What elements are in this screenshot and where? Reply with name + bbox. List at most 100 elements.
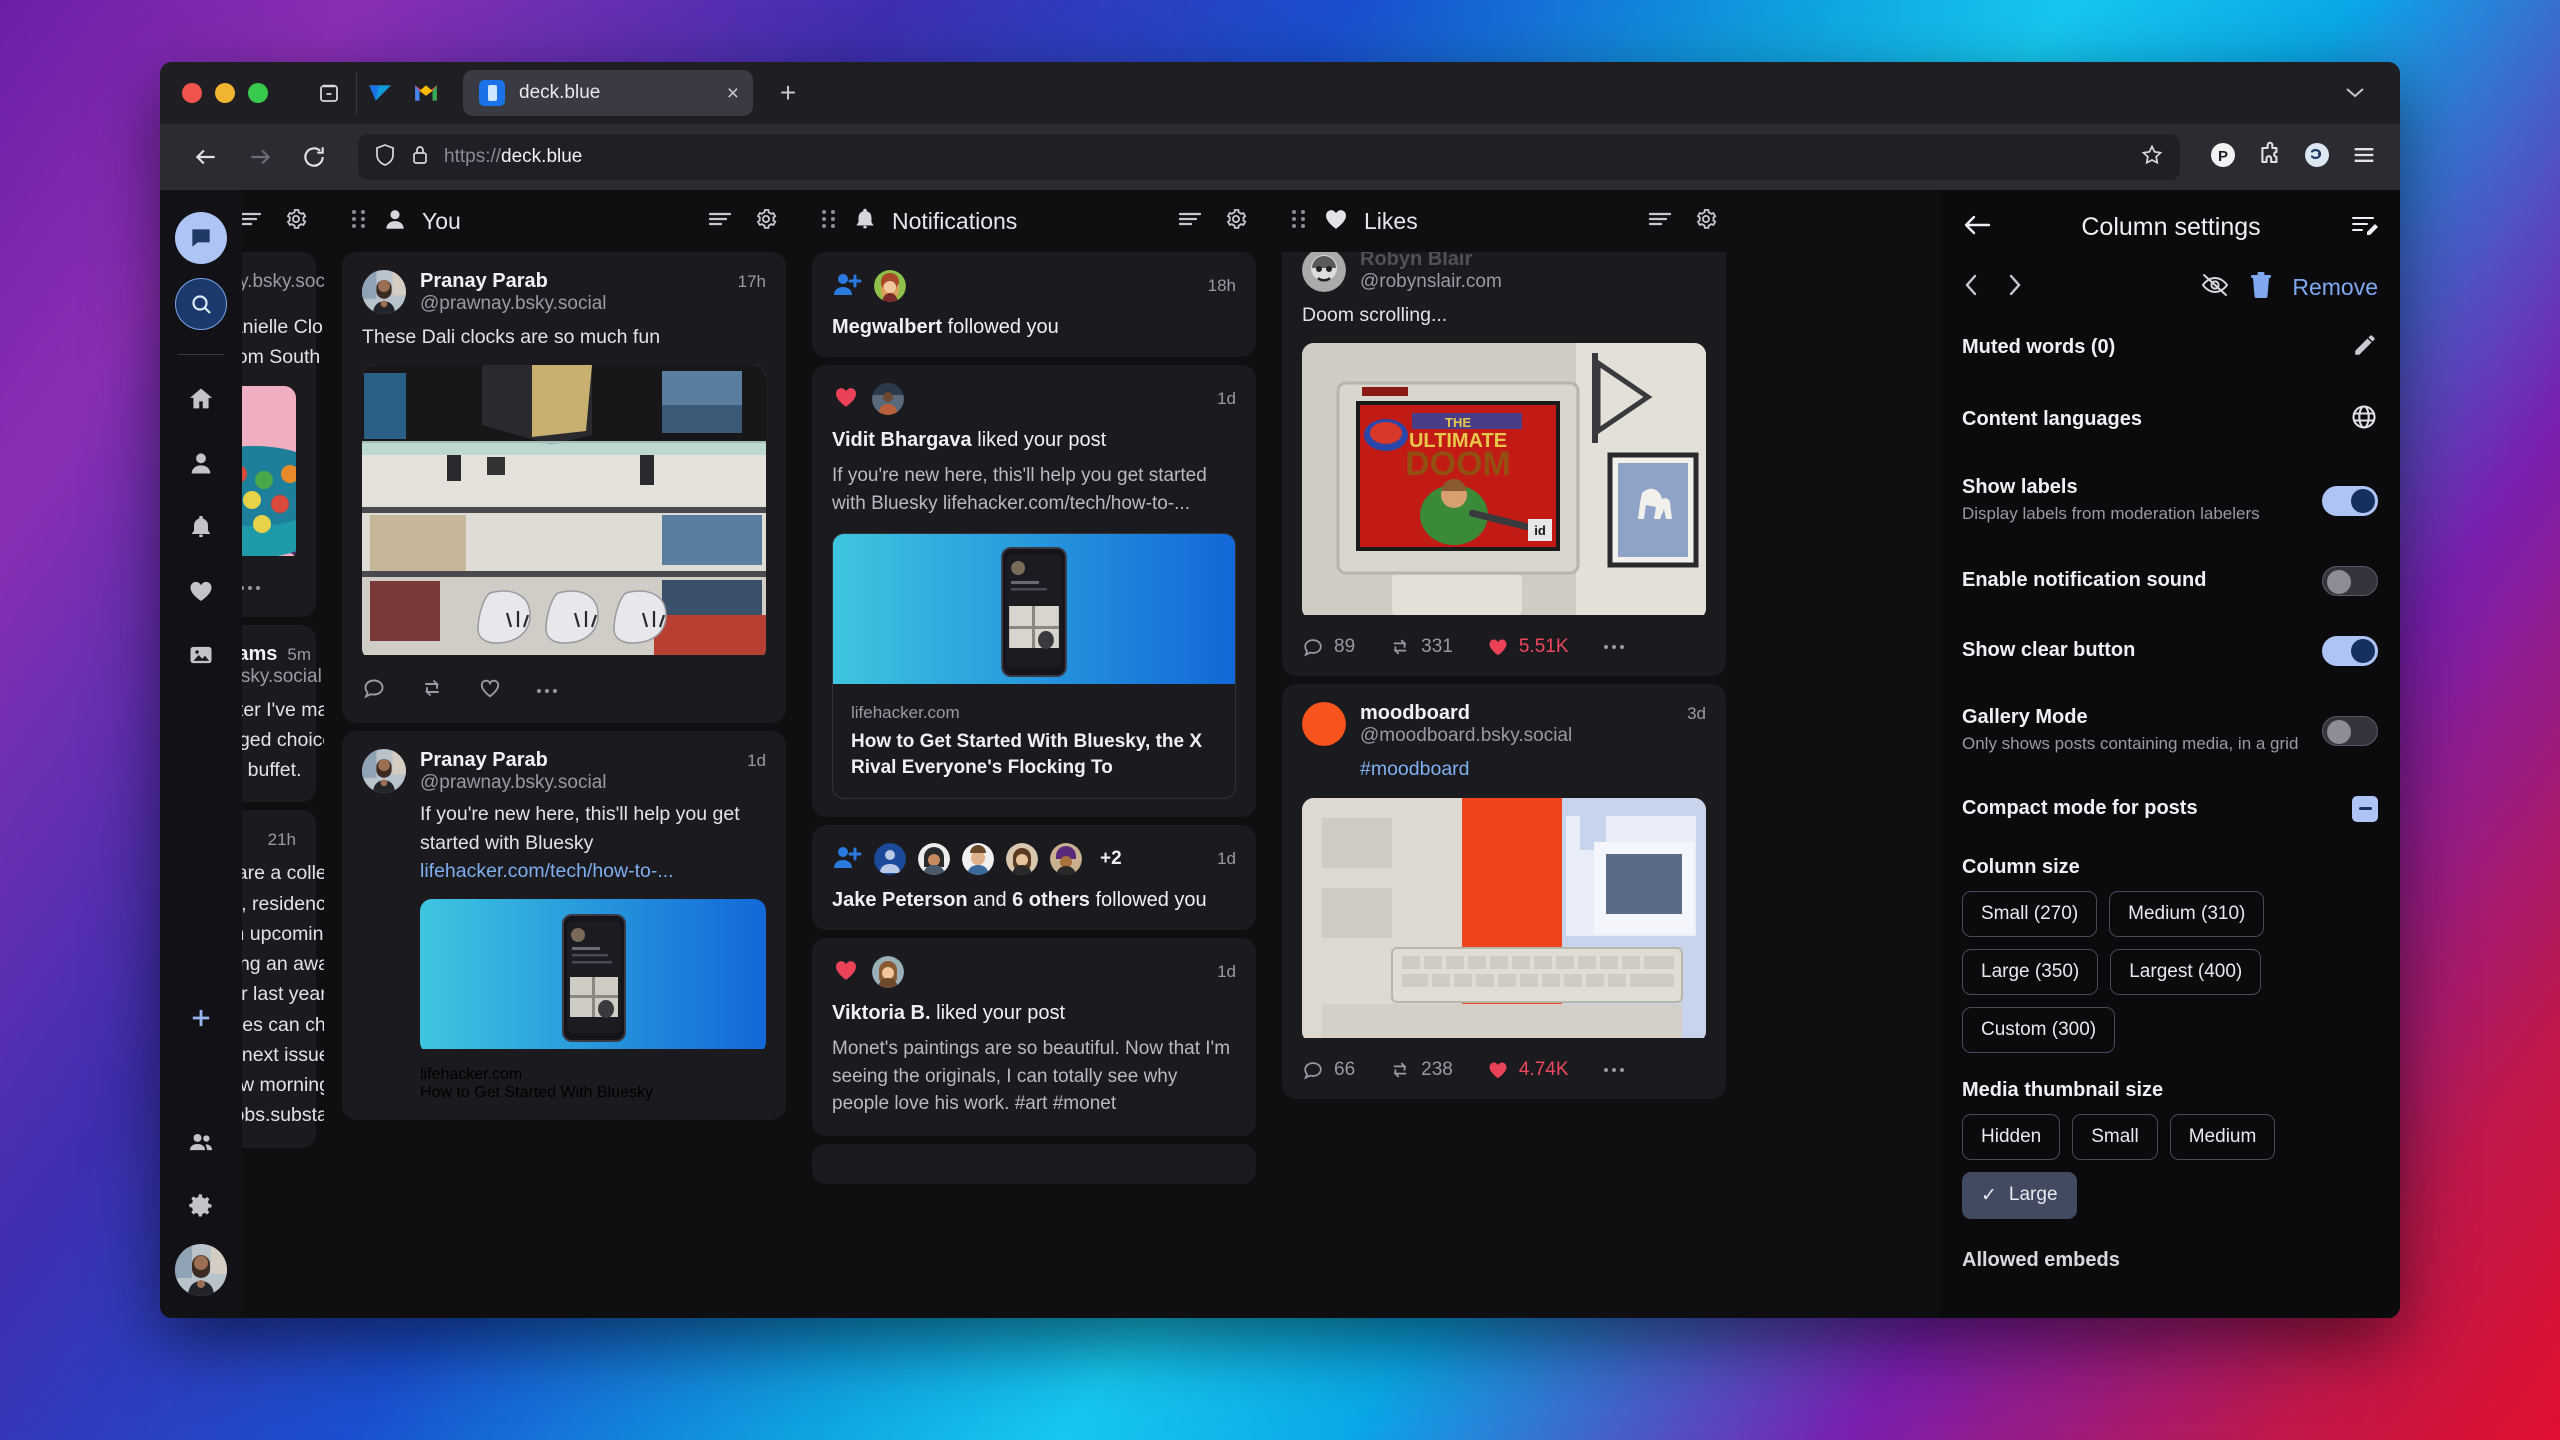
post-link-card-image[interactable] <box>420 899 766 1054</box>
notification-item[interactable]: 1d Viktoria B. liked your post Monet's p… <box>812 938 1256 1136</box>
browser-tab-active[interactable]: deck.blue × <box>463 70 753 116</box>
avatar[interactable] <box>362 270 406 314</box>
column-settings-icon[interactable] <box>284 207 308 236</box>
minimize-window-button[interactable] <box>215 83 235 103</box>
bookmark-star-icon[interactable] <box>2140 143 2164 172</box>
post-media[interactable]: THE ULTIMATE DOOM id <box>1302 343 1706 620</box>
post-handle[interactable]: @prawnay.bsky.social <box>420 293 766 315</box>
avatar[interactable] <box>874 843 906 875</box>
column-likes-body[interactable]: Robyn Blair @robynslair.com Doom scrolli… <box>1274 252 1734 1318</box>
avatar[interactable] <box>918 843 950 875</box>
column-size-small[interactable]: Small (270) <box>1962 891 2097 937</box>
thumb-size-small[interactable]: Small <box>2072 1114 2158 1160</box>
show-clear-button-toggle[interactable] <box>2322 636 2378 666</box>
like-stat[interactable]: 5.51K <box>1487 636 1569 658</box>
avatar[interactable] <box>962 843 994 875</box>
post-handle[interactable]: @moodboard.bsky.social <box>1360 725 1706 747</box>
close-tab-button[interactable]: × <box>727 83 739 104</box>
avatar[interactable] <box>874 270 906 302</box>
notification-item[interactable]: +2 1d Jake Peterson and 6 others followe… <box>812 825 1256 930</box>
notification-sound-toggle[interactable] <box>2322 566 2378 596</box>
reload-button[interactable] <box>290 133 338 181</box>
post-stats[interactable]: 89 331 5.51K <box>1302 636 1706 658</box>
like-stat[interactable]: 4.74K <box>1487 1059 1569 1081</box>
back-arrow-icon[interactable] <box>1962 212 1992 243</box>
avatar[interactable] <box>1006 843 1038 875</box>
sidebar-item-settings[interactable] <box>175 1180 227 1232</box>
reply-stat[interactable]: 89 <box>1302 636 1355 658</box>
sidebar-item-likes[interactable] <box>175 565 227 617</box>
avatar[interactable] <box>1050 843 1082 875</box>
setting-muted-words[interactable]: Muted words (0) <box>1940 312 2400 383</box>
post-card[interactable]: moodboard 3d @moodboard.bsky.social #moo… <box>1282 684 1726 1098</box>
setting-notification-sound[interactable]: Enable notification sound <box>1940 546 2400 616</box>
column-settings-icon[interactable] <box>1694 207 1718 236</box>
post-actions[interactable] <box>362 676 766 705</box>
address-bar[interactable]: https://deck.blue <box>358 134 2180 180</box>
compact-mode-checkbox[interactable] <box>2352 796 2378 822</box>
repost-stat[interactable]: 238 <box>1389 1059 1453 1081</box>
edit-list-icon[interactable] <box>2350 212 2378 243</box>
post-card[interactable]: les-Williams 5m nysiany.bsky.social ng o… <box>242 625 316 803</box>
mail-app-icon[interactable] <box>357 70 403 116</box>
column-size-large[interactable]: Large (350) <box>1962 949 2098 995</box>
sidebar-item-profile[interactable] <box>175 437 227 489</box>
pocket-icon[interactable]: P <box>2208 140 2238 175</box>
sidebar-item-notifications[interactable] <box>175 501 227 553</box>
column-drag-handle[interactable] <box>1290 208 1308 235</box>
chevron-right-icon[interactable] <box>2006 272 2024 303</box>
setting-show-labels[interactable]: Show labels Display labels from moderati… <box>1940 456 2400 546</box>
show-labels-toggle[interactable] <box>2322 486 2378 516</box>
column-drag-handle[interactable] <box>350 208 368 235</box>
column-filter-icon[interactable] <box>1178 210 1202 233</box>
setting-compact-mode[interactable]: Compact mode for posts <box>1940 776 2400 842</box>
grammarly-icon[interactable] <box>2302 140 2332 175</box>
post-author[interactable]: moodboard <box>1360 702 1470 725</box>
browser-menu-icon[interactable] <box>2350 141 2378 174</box>
chevron-left-icon[interactable] <box>1962 272 1980 303</box>
maximize-window-button[interactable] <box>248 83 268 103</box>
post-handle[interactable]: @robynslair.com <box>1360 271 1706 293</box>
tab-list-chevron-icon[interactable] <box>2344 82 2390 105</box>
more-icon[interactable] <box>536 682 558 700</box>
column-filter-icon[interactable] <box>708 210 732 233</box>
column-size-custom[interactable]: Custom (300) <box>1962 1007 2115 1053</box>
pencil-icon[interactable] <box>2352 332 2378 363</box>
lock-icon[interactable] <box>410 143 430 172</box>
reply-stat[interactable]: 66 <box>1302 1059 1355 1081</box>
column-filter-icon[interactable] <box>1648 210 1672 233</box>
add-column-button[interactable] <box>175 992 227 1044</box>
setting-gallery-mode[interactable]: Gallery Mode Only shows posts containing… <box>1940 686 2400 776</box>
gmail-icon[interactable] <box>403 70 449 116</box>
column-you-body[interactable]: Pranay Parab 17h @prawnay.bsky.social Th… <box>334 252 794 1318</box>
tab-search-icon[interactable] <box>306 70 352 116</box>
notification-item[interactable]: 18h Megwalbert followed you <box>812 252 1256 357</box>
globe-icon[interactable] <box>2350 403 2378 436</box>
post-media[interactable] <box>1302 798 1706 1043</box>
post-card[interactable]: Robyn Blair @robynslair.com Doom scrolli… <box>1282 252 1726 676</box>
post-card[interactable]: artbluesky.bsky.socia 4m os' by Danielle… <box>242 252 316 617</box>
extensions-puzzle-icon[interactable] <box>2256 141 2284 174</box>
post-handle[interactable]: @prawnay.bsky.social <box>420 772 766 794</box>
window-traffic-lights[interactable] <box>182 83 268 103</box>
shield-icon[interactable] <box>374 143 396 172</box>
column-filter-icon[interactable] <box>242 210 262 233</box>
trash-icon[interactable] <box>2248 271 2274 304</box>
avatar[interactable] <box>872 383 904 415</box>
column-feed-body[interactable]: artbluesky.bsky.socia 4m os' by Danielle… <box>242 252 324 1318</box>
column-size-largest[interactable]: Largest (400) <box>2110 949 2261 995</box>
column-drag-handle[interactable] <box>820 208 838 235</box>
post-stats[interactable]: 66 238 4.74K <box>1302 1059 1706 1081</box>
like-icon[interactable] <box>478 676 502 705</box>
sidebar-item-accounts[interactable] <box>175 1116 227 1168</box>
post-actions[interactable]: 8 <box>242 577 296 599</box>
setting-show-clear-button[interactable]: Show clear button <box>1940 616 2400 686</box>
post-author[interactable]: Pranay Parab <box>420 749 548 772</box>
back-button[interactable] <box>182 133 230 181</box>
column-settings-icon[interactable] <box>754 207 778 236</box>
thumb-size-large[interactable]: ✓ Large <box>1962 1172 2077 1219</box>
sidebar-item-home[interactable] <box>175 373 227 425</box>
post-media[interactable] <box>242 386 296 561</box>
new-tab-button[interactable]: + <box>769 77 807 109</box>
search-button[interactable] <box>175 278 227 330</box>
